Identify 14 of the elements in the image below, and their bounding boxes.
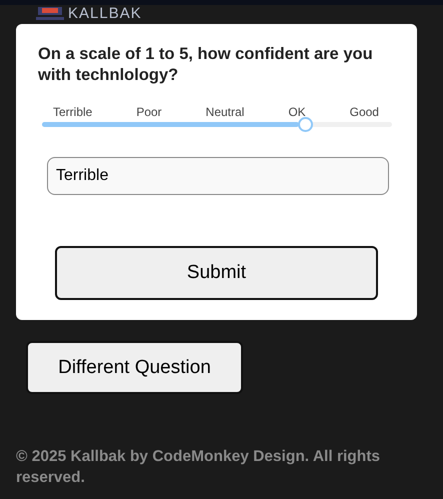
slider-thumb[interactable] [298,117,312,132]
scale-label: Good [350,105,379,119]
monitor-icon [36,7,64,21]
scale-label: Neutral [206,105,244,119]
footer-text: © 2025 Kallbak by CodeMonkey Design. All rights reserved. [16,447,382,488]
question-text: On a scale of 1 to 5, how confident are you with technlology? [38,44,374,86]
answer-field[interactable]: Terrible [47,157,389,195]
slider[interactable] [42,117,392,132]
scale-label: Poor [136,105,162,119]
logo-text: KALLBAK [68,6,142,22]
submit-button[interactable]: Submit [55,246,378,300]
scale-label: OK [288,105,306,119]
different-question-button[interactable]: Different Question [26,341,243,394]
scale-label: Terrible [53,105,92,119]
